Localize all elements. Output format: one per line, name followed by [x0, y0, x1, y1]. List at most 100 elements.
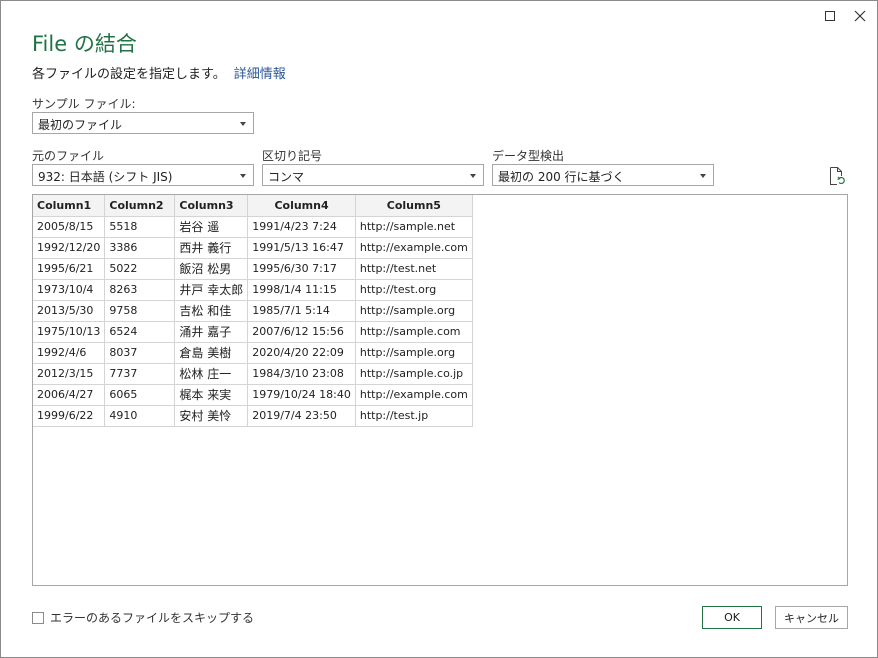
close-button[interactable] — [850, 6, 870, 26]
table-cell: http://test.jp — [355, 405, 473, 427]
refresh-file-icon — [830, 167, 845, 185]
table-cell: 梶本 来実 — [174, 384, 249, 406]
table-cell: 2006/4/27 — [33, 384, 106, 406]
table-cell: http://sample.com — [355, 321, 473, 343]
close-icon — [854, 10, 866, 22]
table-cell: 5518 — [104, 216, 176, 238]
table-cell: 2013/5/30 — [33, 300, 106, 322]
datatype-label: データ型検出 — [492, 149, 565, 163]
table-cell: 2005/8/15 — [33, 216, 106, 238]
table-cell: 岩谷 遥 — [174, 216, 249, 238]
chevron-down-icon — [700, 174, 706, 178]
table-cell: 安村 美怜 — [174, 405, 249, 427]
origin-label: 元のファイル — [32, 149, 105, 163]
datatype-value: 最初の 200 行に基づく — [498, 170, 625, 184]
column-header: Column5 — [355, 195, 473, 217]
delimiter-value: コンマ — [268, 170, 305, 184]
table-cell: 松林 庄一 — [174, 363, 249, 385]
table-cell: 9758 — [104, 300, 176, 322]
table-cell: 2012/3/15 — [33, 363, 106, 385]
delimiter-label: 区切り記号 — [262, 149, 323, 163]
table-cell: 3386 — [104, 237, 176, 259]
refresh-preview-button[interactable] — [829, 167, 845, 185]
table-row: 1975/10/13 6524 涌井 嘉子 2007/6/12 15:56 ht… — [33, 321, 473, 343]
column-header: Column4 — [247, 195, 356, 217]
table-cell: http://test.org — [355, 279, 473, 301]
table-cell: 1992/4/6 — [33, 342, 106, 364]
table-cell: 西井 義行 — [174, 237, 249, 259]
table-row: 2005/8/15 5518 岩谷 遥 1991/4/23 7:24 http:… — [33, 216, 473, 238]
sample-file-value: 最初のファイル — [38, 118, 123, 132]
data-preview[interactable]: Column1 Column2 Column3 Column4 Column5 … — [32, 194, 848, 586]
skip-errors-label: エラーのあるファイルをスキップする — [50, 611, 255, 625]
chevron-down-icon — [470, 174, 476, 178]
table-cell: 1973/10/4 — [33, 279, 106, 301]
table-cell: 6065 — [104, 384, 176, 406]
table-cell: 1995/6/21 — [33, 258, 106, 280]
table-row: 1973/10/4 8263 井戸 幸太郎 1998/1/4 11:15 htt… — [33, 279, 473, 301]
column-header: Column2 — [104, 195, 176, 217]
table-cell: 1992/12/20 — [33, 237, 106, 259]
skip-errors-option[interactable]: エラーのあるファイルをスキップする — [32, 609, 254, 626]
table-cell: 飯沼 松男 — [174, 258, 249, 280]
table-cell: 4910 — [104, 405, 176, 427]
header-row: Column1 Column2 Column3 Column4 Column5 — [33, 195, 473, 217]
table-cell: 2020/4/20 22:09 — [247, 342, 356, 364]
table-row: 1992/4/6 8037 倉島 美樹 2020/4/20 22:09 http… — [33, 342, 473, 364]
table-row: 2006/4/27 6065 梶本 来実 1979/10/24 18:40 ht… — [33, 384, 473, 406]
learn-more-link[interactable]: 詳細情報 — [234, 67, 286, 82]
table-cell: 1985/7/1 5:14 — [247, 300, 356, 322]
table-row: 1999/6/22 4910 安村 美怜 2019/7/4 23:50 http… — [33, 405, 473, 427]
table-cell: 5022 — [104, 258, 176, 280]
table-cell: 1998/1/4 11:15 — [247, 279, 356, 301]
table-cell: 8263 — [104, 279, 176, 301]
datatype-select[interactable]: 最初の 200 行に基づく — [492, 164, 714, 186]
table-cell: 1975/10/13 — [33, 321, 106, 343]
table-cell: http://example.com — [355, 384, 473, 406]
table-row: 2012/3/15 7737 松林 庄一 1984/3/10 23:08 htt… — [33, 363, 473, 385]
combine-files-dialog: File の結合 各ファイルの設定を指定します。 詳細情報 サンプル ファイル: … — [0, 0, 878, 658]
table-cell: 1999/6/22 — [33, 405, 106, 427]
table-cell: 2007/6/12 15:56 — [247, 321, 356, 343]
dialog-title: File の結合 — [32, 32, 137, 56]
table-cell: 吉松 和佳 — [174, 300, 249, 322]
skip-errors-checkbox[interactable] — [32, 611, 44, 624]
table-cell: 1979/10/24 18:40 — [247, 384, 356, 406]
origin-select[interactable]: 932: 日本語 (シフト JIS) — [32, 164, 254, 186]
table-cell: 7737 — [104, 363, 176, 385]
origin-value: 932: 日本語 (シフト JIS) — [38, 170, 173, 184]
cancel-button[interactable]: キャンセル — [775, 606, 848, 629]
preview-table: Column1 Column2 Column3 Column4 Column5 … — [33, 195, 473, 427]
table-cell: http://test.net — [355, 258, 473, 280]
table-cell: 涌井 嘉子 — [174, 321, 249, 343]
table-cell: 倉島 美樹 — [174, 342, 249, 364]
table-row: 1995/6/21 5022 飯沼 松男 1995/6/30 7:17 http… — [33, 258, 473, 280]
table-row: 2013/5/30 9758 吉松 和佳 1985/7/1 5:14 http:… — [33, 300, 473, 322]
table-row: 1992/12/20 3386 西井 義行 1991/5/13 16:47 ht… — [33, 237, 473, 259]
maximize-icon — [825, 11, 835, 21]
table-cell: 1991/4/23 7:24 — [247, 216, 356, 238]
table-cell: 1991/5/13 16:47 — [247, 237, 356, 259]
table-cell: 井戸 幸太郎 — [174, 279, 249, 301]
chevron-down-icon — [240, 174, 246, 178]
table-cell: http://sample.co.jp — [355, 363, 473, 385]
sample-file-label: サンプル ファイル: — [32, 97, 136, 111]
table-cell: 6524 — [104, 321, 176, 343]
table-cell: http://sample.org — [355, 342, 473, 364]
column-header: Column1 — [33, 195, 106, 217]
table-cell: http://sample.org — [355, 300, 473, 322]
table-cell: 1995/6/30 7:17 — [247, 258, 356, 280]
sample-file-select[interactable]: 最初のファイル — [32, 112, 254, 134]
column-header: Column3 — [174, 195, 249, 217]
delimiter-select[interactable]: コンマ — [262, 164, 484, 186]
table-cell: http://example.com — [355, 237, 473, 259]
subtitle-text: 各ファイルの設定を指定します。 — [32, 67, 226, 82]
table-cell: http://sample.net — [355, 216, 473, 238]
maximize-button[interactable] — [820, 6, 840, 26]
table-cell: 8037 — [104, 342, 176, 364]
table-cell: 2019/7/4 23:50 — [247, 405, 356, 427]
chevron-down-icon — [240, 122, 246, 126]
table-cell: 1984/3/10 23:08 — [247, 363, 356, 385]
dialog-subtitle: 各ファイルの設定を指定します。 詳細情報 — [32, 63, 286, 82]
ok-button[interactable]: OK — [702, 606, 762, 629]
